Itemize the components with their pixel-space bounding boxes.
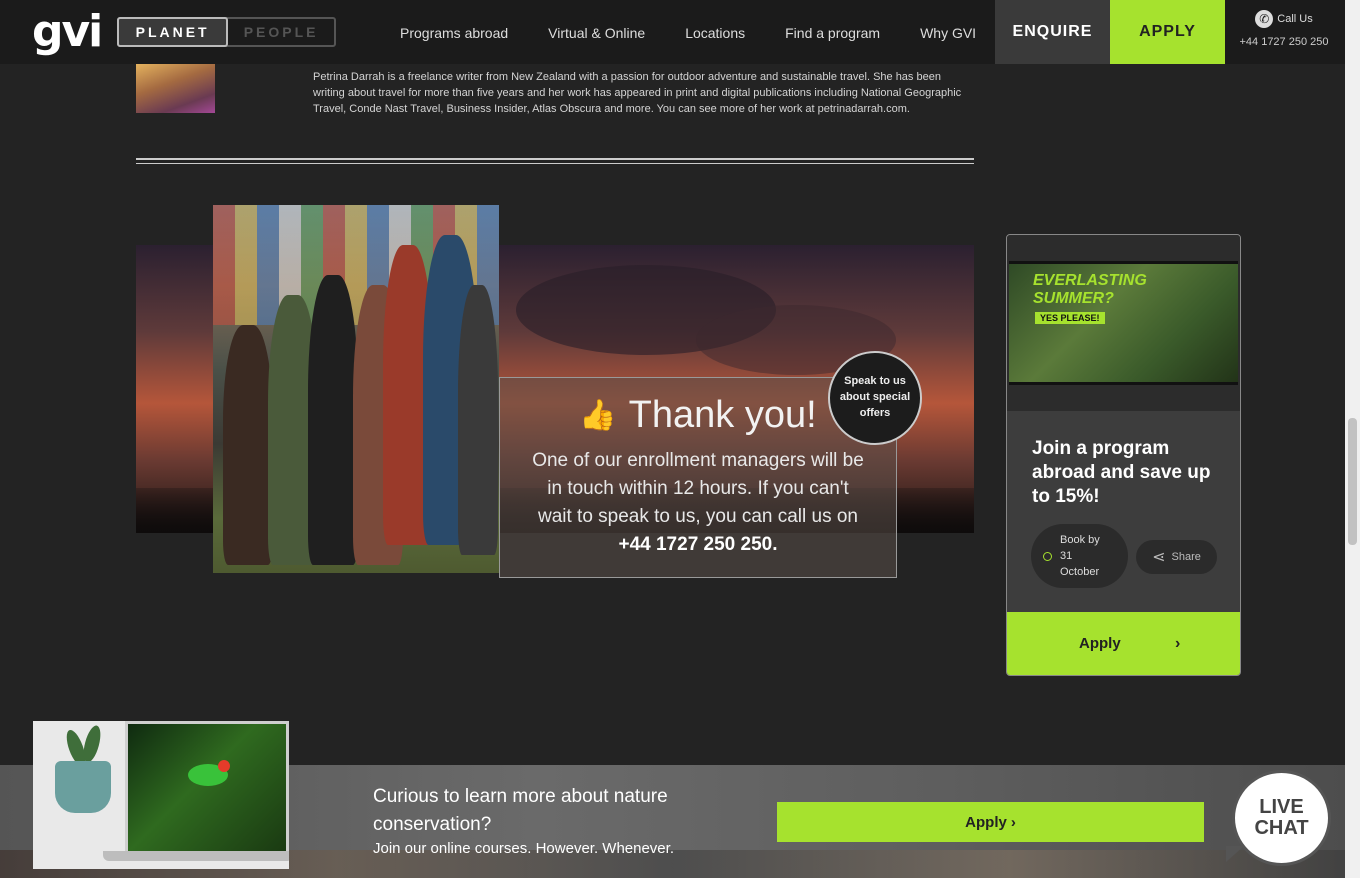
banner-subtitle: Join our online courses. However. Whenev… <box>373 840 674 857</box>
promo-slogan-line3: YES PLEASE! <box>1035 312 1105 324</box>
chevron-right-icon: › <box>1175 635 1181 652</box>
promo-apply-button[interactable]: Apply › <box>1007 612 1240 675</box>
promo-card-image-frame: EVERLASTING SUMMER? YES PLEASE! <box>1007 235 1240 411</box>
live-chat-bubble-tail <box>1226 846 1244 862</box>
main-nav: Programs abroad Virtual & Online Locatio… <box>380 0 996 64</box>
special-offers-badge[interactable]: Speak to us about special offers <box>828 351 922 445</box>
site-header: gvi PLANET PEOPLE Programs abroad Virtua… <box>0 0 1345 64</box>
nav-why-gvi[interactable]: Why GVI <box>900 0 996 64</box>
live-chat-button[interactable]: LIVE CHAT <box>1232 770 1331 866</box>
nav-programs-abroad[interactable]: Programs abroad <box>380 0 528 64</box>
call-us-link[interactable]: ✆ Call Us +44 1727 250 250 <box>1232 10 1336 48</box>
nav-virtual-online[interactable]: Virtual & Online <box>528 0 665 64</box>
live-chat-line1: LIVE <box>1259 796 1304 818</box>
banner-apply-label: Apply <box>965 813 1007 831</box>
share-icon: ⋖ <box>1152 549 1166 566</box>
toggle-planet[interactable]: PLANET <box>117 17 229 47</box>
thank-you-message: One of our enrollment managers will be i… <box>532 450 864 527</box>
scrollbar-thumb[interactable] <box>1348 418 1357 545</box>
divider <box>136 163 974 164</box>
banner-title: Curious to learn more about nature conse… <box>373 786 668 835</box>
author-bio: Petrina Darrah is a freelance writer fro… <box>313 71 962 115</box>
laptop-frog-image <box>33 721 289 869</box>
apply-header-button[interactable]: APPLY <box>1110 0 1225 64</box>
share-button[interactable]: ⋖ Share <box>1136 540 1217 574</box>
nav-locations[interactable]: Locations <box>665 0 765 64</box>
call-us-label: Call Us <box>1277 13 1313 25</box>
divider <box>136 158 974 160</box>
toggle-people[interactable]: PEOPLE <box>228 19 334 45</box>
promo-card: EVERLASTING SUMMER? YES PLEASE! Join a p… <box>1006 234 1241 676</box>
promo-slogan-line2: SUMMER? <box>1033 290 1114 307</box>
header-phone-number: +44 1727 250 250 <box>1239 36 1329 48</box>
planet-people-toggle[interactable]: PLANET PEOPLE <box>117 17 336 47</box>
book-by-badge: Book by 31 October <box>1031 524 1128 588</box>
clock-icon <box>1043 551 1052 561</box>
banner-apply-button[interactable]: Apply › <box>777 802 1204 842</box>
promo-card-title: Join a program abroad and save up to 15%… <box>1032 438 1211 507</box>
promo-slogan-line1: EVERLASTING <box>1033 272 1147 289</box>
promo-apply-label: Apply <box>1079 635 1121 652</box>
nav-find-a-program[interactable]: Find a program <box>765 0 900 64</box>
author-photo <box>136 64 215 113</box>
enquire-button[interactable]: ENQUIRE <box>995 0 1110 64</box>
chevron-right-icon: › <box>1010 813 1016 831</box>
phone-icon: ✆ <box>1255 10 1274 28</box>
book-by-text: Book by 31 October <box>1060 534 1100 578</box>
gvi-logo[interactable]: gvi <box>32 8 103 56</box>
group-photo <box>213 205 499 573</box>
thank-you-phone[interactable]: +44 1727 250 250. <box>500 531 896 559</box>
thank-you-title: Thank you! <box>628 394 817 436</box>
live-chat-line2: CHAT <box>1254 817 1309 839</box>
promo-card-image[interactable]: EVERLASTING SUMMER? YES PLEASE! <box>1009 261 1238 385</box>
share-label: Share <box>1171 551 1201 563</box>
thumbs-up-icon: 👍 <box>579 399 617 432</box>
